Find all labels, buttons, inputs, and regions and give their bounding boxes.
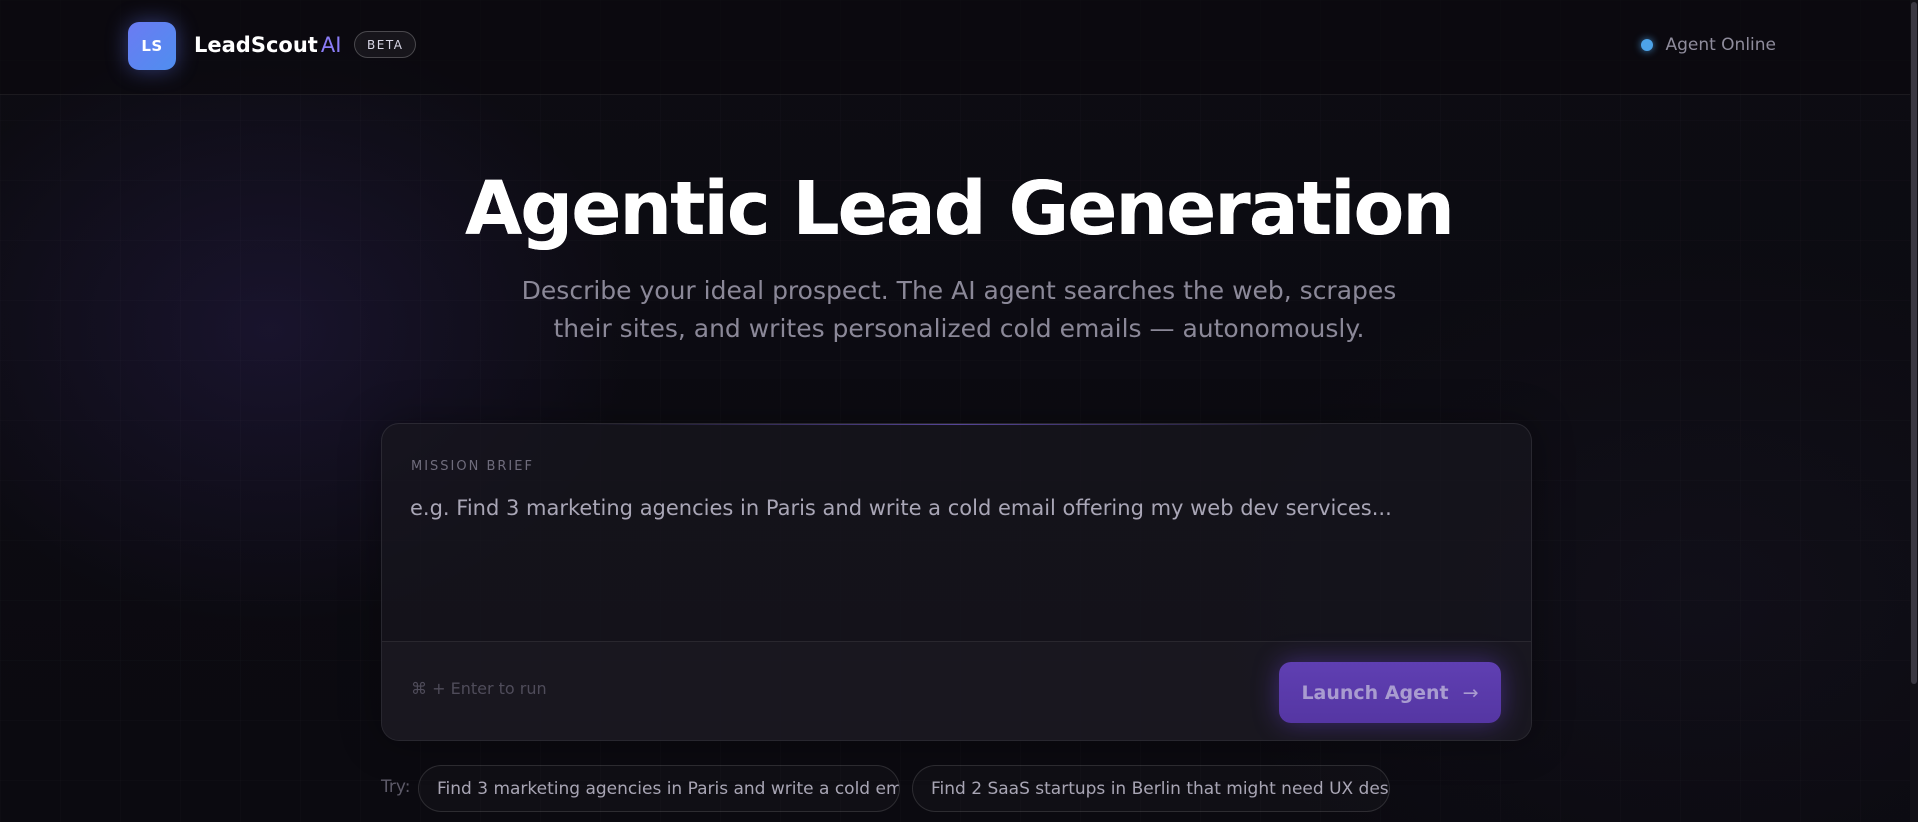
brand-name-text: LeadScout: [194, 33, 318, 57]
beta-badge: BETA: [354, 31, 417, 58]
suggestions-label: Try:: [381, 777, 411, 797]
suggestion-chip[interactable]: Find 2 SaaS startups in Berlin that migh…: [912, 765, 1390, 812]
launch-agent-label: Launch Agent: [1301, 681, 1449, 704]
keyboard-shortcut-hint: ⌘ + Enter to run: [411, 679, 547, 698]
arrow-right-icon: →: [1462, 681, 1479, 704]
launch-agent-button[interactable]: Launch Agent →: [1279, 662, 1501, 723]
top-navbar: LS LeadScout AI BETA Agent Online: [0, 0, 1910, 95]
mission-brief-input[interactable]: [410, 492, 1500, 632]
mission-brief-card: MISSION BRIEF ⌘ + Enter to run Launch Ag…: [381, 423, 1532, 741]
hero-subtitle: Describe your ideal prospect. The AI age…: [521, 276, 1397, 343]
brand-accent-text: AI: [320, 33, 342, 57]
suggestion-chip[interactable]: Find 3 marketing agencies in Paris and w…: [418, 765, 900, 812]
brand-name[interactable]: LeadScout AI: [194, 33, 341, 57]
agent-status-text: Agent Online: [1665, 35, 1776, 55]
mission-brief-label: MISSION BRIEF: [411, 459, 534, 474]
mission-card-footer: ⌘ + Enter to run Launch Agent →: [382, 641, 1531, 740]
app-page: LS LeadScout AI BETA Agent Online Agentic…: [0, 0, 1918, 822]
scrollbar-thumb[interactable]: [1911, 2, 1917, 684]
logo-icon[interactable]: LS: [128, 22, 176, 70]
status-dot-icon: [1641, 39, 1654, 51]
hero-title: Agentic Lead Generation: [0, 164, 1918, 254]
agent-status: Agent Online: [1641, 35, 1776, 55]
page-scrollbar[interactable]: [1910, 0, 1918, 822]
